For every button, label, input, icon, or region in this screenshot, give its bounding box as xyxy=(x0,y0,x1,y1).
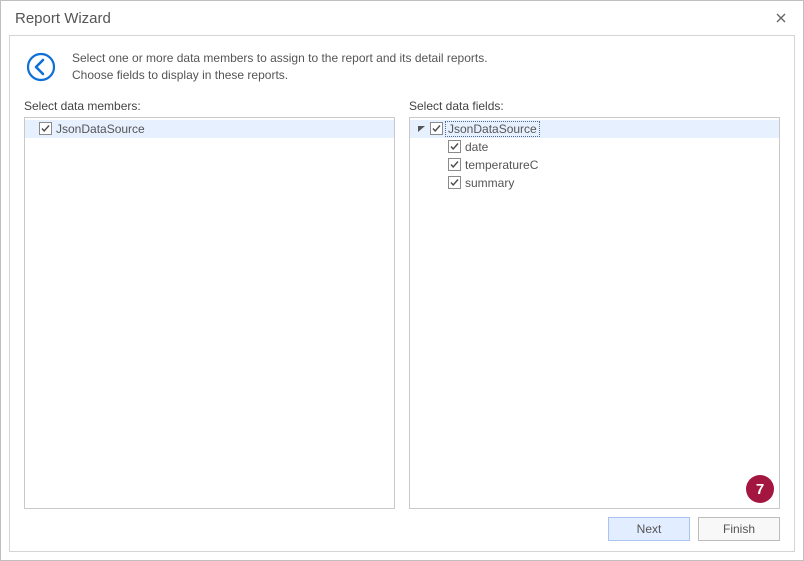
back-button[interactable] xyxy=(24,50,58,84)
expander-toggle[interactable] xyxy=(416,124,426,134)
checkbox[interactable] xyxy=(448,140,461,153)
data-fields-label: Select data fields: xyxy=(409,99,780,113)
checkbox[interactable] xyxy=(39,122,52,135)
tree-root-label: JsonDataSource xyxy=(445,121,540,137)
chevron-down-icon xyxy=(417,124,426,133)
data-fields-panel: Select data fields: J xyxy=(409,99,780,509)
data-fields-tree[interactable]: JsonDataSource date xyxy=(409,117,780,509)
tree-child-label: temperatureC xyxy=(465,158,538,172)
finish-button[interactable]: Finish xyxy=(698,517,780,541)
back-arrow-icon xyxy=(25,51,57,83)
tree-child-item[interactable]: temperatureC xyxy=(410,156,779,174)
report-wizard-window: Report Wizard Select one or more data me… xyxy=(0,0,804,561)
next-button[interactable]: Next xyxy=(608,517,690,541)
checkbox[interactable] xyxy=(448,176,461,189)
step-callout-badge: 7 xyxy=(746,475,774,503)
tree-child-item[interactable]: date xyxy=(410,138,779,156)
wizard-content: Select one or more data members to assig… xyxy=(9,35,795,552)
panels-row: Select data members: JsonDataSource Sel xyxy=(24,99,780,509)
check-icon xyxy=(449,141,460,152)
checkbox[interactable] xyxy=(430,122,443,135)
tree-child-label: summary xyxy=(465,176,514,190)
window-title: Report Wizard xyxy=(15,10,767,27)
wizard-footer: 7 Next Finish xyxy=(24,509,780,541)
tree-root-item[interactable]: JsonDataSource xyxy=(410,120,779,138)
titlebar: Report Wizard xyxy=(1,1,803,35)
data-members-list[interactable]: JsonDataSource xyxy=(24,117,395,509)
tree-child-label: date xyxy=(465,140,488,154)
instruction-line-1: Select one or more data members to assig… xyxy=(72,50,488,67)
check-icon xyxy=(40,123,51,134)
wizard-instructions: Select one or more data members to assig… xyxy=(72,48,488,85)
tree-child-item[interactable]: summary xyxy=(410,174,779,192)
check-icon xyxy=(431,123,442,134)
data-member-item[interactable]: JsonDataSource xyxy=(25,120,394,138)
data-members-label: Select data members: xyxy=(24,99,395,113)
close-button[interactable] xyxy=(767,7,795,29)
data-members-panel: Select data members: JsonDataSource xyxy=(24,99,395,509)
wizard-header: Select one or more data members to assig… xyxy=(24,48,780,85)
data-member-label: JsonDataSource xyxy=(56,122,145,136)
instruction-line-2: Choose fields to display in these report… xyxy=(72,67,488,84)
checkbox[interactable] xyxy=(448,158,461,171)
check-icon xyxy=(449,159,460,170)
check-icon xyxy=(449,177,460,188)
close-icon xyxy=(776,10,786,26)
